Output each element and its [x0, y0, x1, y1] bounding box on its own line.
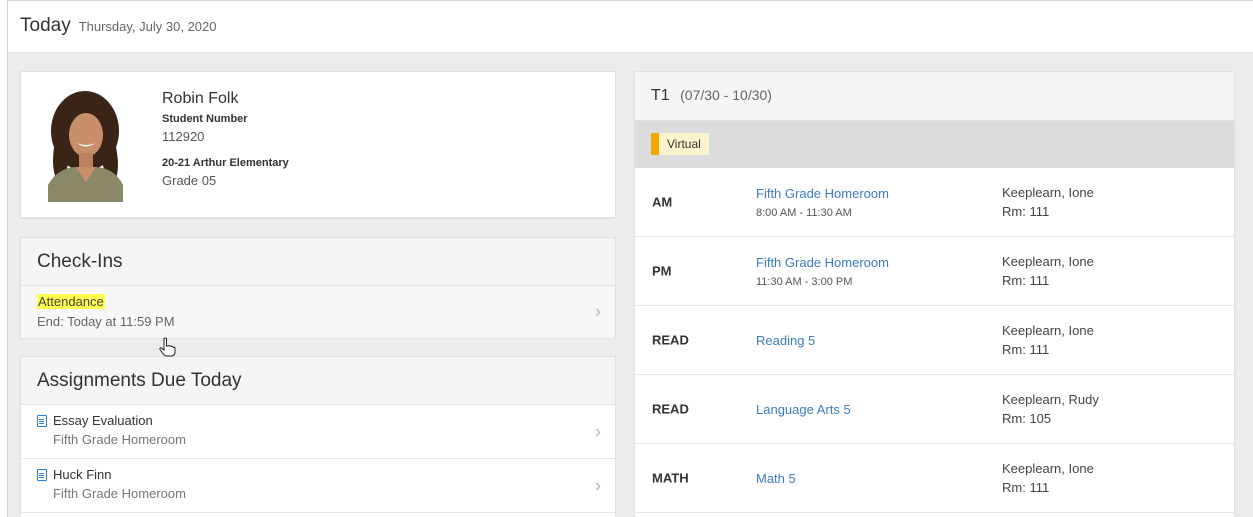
teacher-name: Keeplearn, Ione: [1002, 323, 1094, 338]
virtual-stripe: [651, 133, 659, 155]
student-number: 112920: [162, 129, 205, 144]
period-code: PM: [652, 263, 672, 279]
virtual-badge: Virtual: [651, 133, 709, 155]
checkins-card: Check-Ins Attendance End: Today at 11:59…: [20, 237, 616, 338]
student-profile-card: Robin Folk Student Number 112920 20-21 A…: [20, 71, 616, 218]
schedule-period-row: AM Fifth Grade Homeroom 8:00 AM - 11:30 …: [635, 168, 1234, 237]
checkin-end-time: End: Today at 11:59 PM: [37, 314, 175, 329]
document-icon: [37, 414, 47, 427]
term-header: T1 (07/30 - 10/30): [635, 72, 1234, 121]
assignments-card: Assignments Due Today Essay Evaluation F…: [20, 356, 616, 517]
student-name: Robin Folk: [162, 90, 239, 107]
page-title: Today: [20, 15, 71, 36]
period-code: MATH: [652, 470, 689, 486]
assignment-item[interactable]: Essay Evaluation Fifth Grade Homeroom ›: [21, 405, 615, 459]
assignment-item[interactable]: Huck Finn Fifth Grade Homeroom ›: [21, 459, 615, 513]
checkin-item-attendance[interactable]: Attendance End: Today at 11:59 PM ›: [21, 286, 615, 338]
chevron-right-icon: ›: [595, 475, 601, 495]
grade-level: Grade 05: [162, 173, 217, 188]
virtual-label: Virtual: [667, 137, 701, 151]
page-date: Thursday, July 30, 2020: [78, 19, 217, 34]
checkin-label: Attendance: [37, 294, 105, 309]
assignment-name: Huck Finn: [53, 467, 112, 482]
teacher-name: Keeplearn, Ione: [1002, 254, 1094, 269]
assignment-course: Fifth Grade Homeroom: [53, 486, 186, 501]
period-code: READ: [652, 332, 689, 348]
room-number: Rm: 111: [1002, 204, 1050, 219]
assignments-title: Assignments Due Today: [21, 357, 615, 405]
chevron-right-icon: ›: [595, 301, 601, 322]
course-link[interactable]: Language Arts 5: [756, 402, 851, 417]
room-number: Rm: 111: [1002, 273, 1050, 288]
schedule-period-row: MATH Math 5 Keeplearn, Ione Rm: 111: [635, 444, 1234, 513]
checkins-title: Check-Ins: [21, 238, 615, 286]
page-header: Today Thursday, July 30, 2020: [8, 1, 1253, 53]
term-date-range: (07/30 - 10/30): [680, 87, 772, 103]
course-link[interactable]: Reading 5: [756, 333, 815, 348]
teacher-name: Keeplearn, Rudy: [1002, 392, 1099, 407]
course-link[interactable]: Fifth Grade Homeroom: [756, 186, 889, 201]
student-avatar: [48, 87, 123, 202]
course-time: 11:30 AM - 3:00 PM: [756, 275, 853, 288]
room-number: Rm: 111: [1002, 342, 1050, 357]
student-number-label: Student Number: [162, 113, 248, 125]
room-number: Rm: 111: [1002, 480, 1050, 495]
period-code: AM: [652, 194, 673, 210]
hand-pointer-cursor: [159, 337, 176, 357]
teacher-name: Keeplearn, Ione: [1002, 185, 1094, 200]
document-icon: [37, 468, 47, 481]
app-frame: Today Thursday, July 30, 2020 Robin Folk…: [7, 0, 1253, 517]
teacher-name: Keeplearn, Ione: [1002, 461, 1094, 476]
schedule-status-bar: Virtual: [635, 121, 1234, 168]
assignment-name: Essay Evaluation: [53, 413, 153, 428]
profile-info: Robin Folk Student Number 112920 20-21 A…: [162, 90, 289, 188]
room-number: Rm: 105: [1002, 411, 1052, 426]
school-name: 20-21 Arthur Elementary: [162, 157, 289, 169]
schedule-card: T1 (07/30 - 10/30) Virtual AM Fifth Grad…: [634, 71, 1235, 517]
period-code: READ: [652, 401, 689, 417]
course-time: 8:00 AM - 11:30 AM: [756, 206, 852, 219]
chevron-right-icon: ›: [595, 421, 601, 441]
course-link[interactable]: Math 5: [756, 471, 796, 486]
term-name: T1: [651, 87, 670, 104]
schedule-period-row: PM Fifth Grade Homeroom 11:30 AM - 3:00 …: [635, 237, 1234, 306]
schedule-period-row: READ Reading 5 Keeplearn, Ione Rm: 111: [635, 306, 1234, 375]
course-link[interactable]: Fifth Grade Homeroom: [756, 255, 889, 270]
assignment-course: Fifth Grade Homeroom: [53, 432, 186, 447]
schedule-period-row: READ Language Arts 5 Keeplearn, Rudy Rm:…: [635, 375, 1234, 444]
